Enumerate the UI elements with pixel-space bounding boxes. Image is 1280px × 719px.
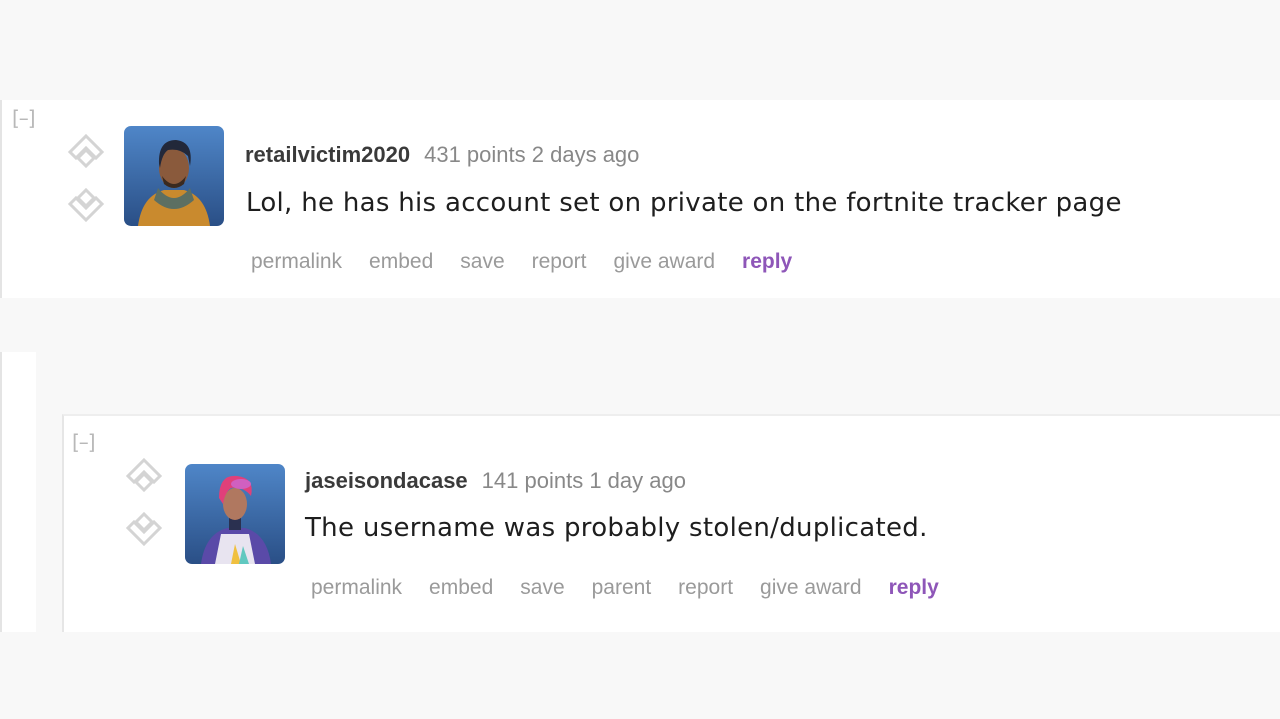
upvote-icon[interactable] (124, 456, 164, 496)
parent-button[interactable]: parent (592, 576, 652, 600)
avatar-image (124, 126, 224, 226)
score: 431 points (424, 142, 526, 167)
comment-retailvictim2020: [–] retailvictim2020 431 points 2 days ag… (0, 100, 1280, 298)
thread-indent-line (0, 352, 36, 632)
save-button[interactable]: save (520, 576, 564, 600)
comment-body: The username was probably stolen/duplica… (305, 513, 928, 543)
avatar[interactable] (124, 126, 224, 226)
timestamp: 1 day ago (589, 468, 686, 493)
comment-jaseisondacase: [–] jaseisondacase 141 points 1 day ago … (62, 414, 1280, 632)
permalink-button[interactable]: permalink (251, 250, 342, 274)
reply-button[interactable]: reply (742, 250, 792, 274)
collapse-toggle[interactable]: [–] (72, 430, 96, 454)
permalink-button[interactable]: permalink (311, 576, 402, 600)
report-button[interactable]: report (678, 576, 733, 600)
embed-button[interactable]: embed (429, 576, 493, 600)
downvote-icon[interactable] (124, 508, 164, 548)
downvote-icon[interactable] (66, 184, 106, 224)
comment-body: Lol, he has his account set on private o… (246, 188, 1122, 218)
avatar[interactable] (185, 464, 285, 564)
collapse-toggle[interactable]: [–] (12, 106, 36, 130)
embed-button[interactable]: embed (369, 250, 433, 274)
author-link[interactable]: jaseisondacase (305, 468, 468, 493)
give-award-button[interactable]: give award (760, 576, 862, 600)
comment-tagline: retailvictim2020 431 points 2 days ago (245, 142, 639, 168)
report-button[interactable]: report (532, 250, 587, 274)
avatar-image (185, 464, 285, 564)
comment-actions: permalink embed save report give award r… (251, 250, 792, 274)
reply-button[interactable]: reply (889, 576, 939, 600)
timestamp: 2 days ago (531, 142, 640, 167)
score: 141 points (481, 468, 584, 493)
give-award-button[interactable]: give award (613, 250, 715, 274)
comment-tagline: jaseisondacase 141 points 1 day ago (305, 468, 686, 494)
upvote-icon[interactable] (66, 132, 106, 172)
save-button[interactable]: save (460, 250, 504, 274)
author-link[interactable]: retailvictim2020 (245, 142, 410, 167)
comment-actions: permalink embed save parent report give … (311, 576, 939, 600)
